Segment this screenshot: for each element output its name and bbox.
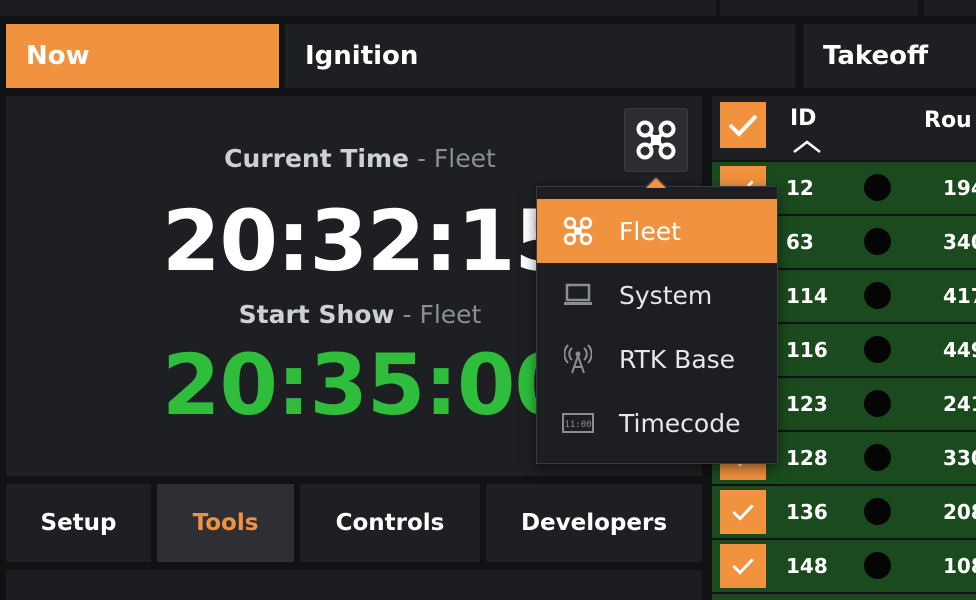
row-id: 128	[786, 446, 828, 470]
row-checkbox[interactable]	[720, 490, 766, 534]
drone-icon	[636, 120, 676, 160]
status-dot	[864, 282, 891, 309]
row-id: 116	[786, 338, 828, 362]
drone-icon	[537, 215, 619, 247]
row-route: 449	[943, 338, 976, 362]
developers-button-label: Developers	[520, 510, 668, 536]
menu-item-timecode[interactable]: 11:00 Timecode	[537, 391, 777, 455]
top-strip	[924, 0, 976, 16]
controls-button[interactable]: Controls	[300, 484, 480, 562]
menu-item-fleet[interactable]: Fleet	[537, 199, 777, 263]
status-dot	[864, 444, 891, 471]
table-row[interactable]: 136 208	[712, 486, 976, 538]
row-route: 340	[943, 230, 976, 254]
row-checkbox[interactable]	[720, 544, 766, 588]
menu-item-system[interactable]: System	[537, 263, 777, 327]
row-id: 148	[786, 554, 828, 578]
setup-button[interactable]: Setup	[6, 484, 151, 562]
check-icon	[732, 558, 754, 575]
svg-text:11:00: 11:00	[564, 420, 591, 430]
time-source-button[interactable]	[624, 108, 688, 172]
row-route: 208	[943, 500, 976, 524]
current-time-main: 20:32:15	[162, 192, 573, 290]
check-icon	[728, 114, 758, 137]
menu-caret-fill	[646, 178, 666, 188]
tab-ignition[interactable]: Ignition	[285, 24, 795, 88]
status-dot	[864, 390, 891, 417]
status-dot	[864, 336, 891, 363]
row-route: 108	[943, 554, 976, 578]
menu-item-rtk-base[interactable]: RTK Base	[537, 327, 777, 391]
row-route: 330	[943, 446, 976, 470]
table-row[interactable]: 148 108	[712, 540, 976, 592]
select-all-checkbox[interactable]	[720, 102, 766, 148]
top-strip	[720, 0, 918, 16]
row-id: 123	[786, 392, 828, 416]
antenna-icon	[537, 344, 619, 374]
start-show-main: 20:35:00	[162, 336, 573, 434]
row-id: 114	[786, 284, 828, 308]
tab-takeoff[interactable]: Takeoff	[803, 24, 976, 88]
current-time-source: - Fleet	[409, 144, 496, 173]
start-show-title: Start Show	[238, 300, 395, 329]
status-dot	[864, 174, 891, 201]
current-time-title: Current Time	[224, 144, 410, 173]
status-dot	[864, 498, 891, 525]
row-route: 417	[943, 284, 976, 308]
time-source-menu: Fleet System RTK Base 11:00 Timecode	[536, 186, 778, 464]
column-header-route[interactable]: Rou	[924, 108, 972, 133]
top-strip	[0, 0, 716, 16]
status-dot	[864, 552, 891, 579]
column-header-id-label: ID	[790, 106, 817, 131]
laptop-icon	[537, 282, 619, 308]
start-show-source: - Fleet	[394, 300, 482, 329]
current-time-label: Current Time - Fleet	[6, 144, 714, 173]
setup-button-label: Setup	[40, 510, 117, 536]
bottom-panel	[6, 570, 702, 600]
check-icon	[732, 504, 754, 521]
row-id: 63	[786, 230, 814, 254]
sort-ascending-icon	[793, 140, 821, 153]
row-id: 12	[786, 176, 814, 200]
column-header-route-label: Rou	[924, 108, 972, 133]
tab-label: Ignition	[305, 41, 419, 71]
tab-now[interactable]: Now	[6, 24, 279, 88]
tab-label: Takeoff	[823, 41, 929, 71]
timecode-icon: 11:00	[537, 413, 619, 433]
row-route: 194	[943, 176, 976, 200]
controls-button-label: Controls	[335, 510, 445, 536]
menu-item-label: RTK Base	[619, 344, 736, 374]
status-dot	[864, 228, 891, 255]
column-header-id[interactable]: ID	[790, 106, 821, 153]
menu-item-label: Fleet	[619, 216, 681, 246]
row-route: 241	[943, 392, 976, 416]
table-row-partial	[712, 594, 976, 600]
menu-item-label: System	[619, 280, 713, 310]
menu-item-label: Timecode	[619, 408, 741, 438]
tab-label: Now	[26, 41, 90, 71]
tools-button-label: Tools	[192, 510, 259, 536]
tools-button[interactable]: Tools	[157, 484, 294, 562]
row-id: 136	[786, 500, 828, 524]
developers-button[interactable]: Developers	[486, 484, 702, 562]
